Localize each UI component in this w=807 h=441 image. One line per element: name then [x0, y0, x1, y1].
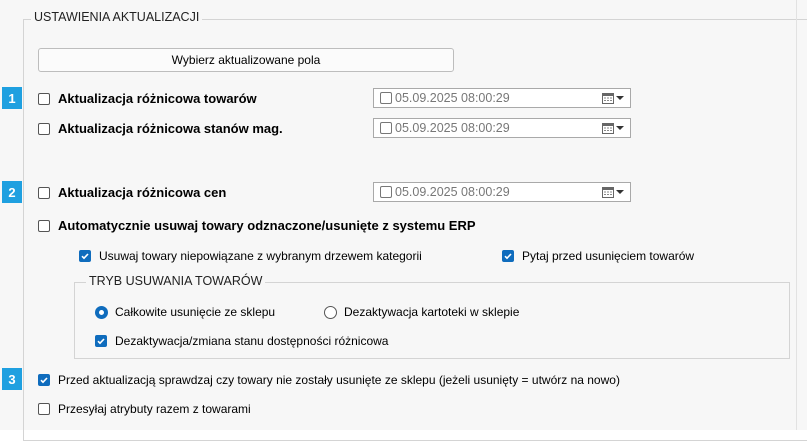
checkmark-icon [81, 253, 89, 260]
send-attributes-option[interactable]: Przesyłaj atrybuty razem z towarami [38, 402, 251, 416]
auto-remove-label: Automatycznie usuwaj towary odznaczone/u… [58, 218, 476, 233]
settings-panel: USTAWIENIA AKTUALIZACJI Wybierz aktualiz… [0, 0, 807, 441]
diff-prices-date-picker[interactable]: 05.09.2025 08:00:29 [373, 182, 631, 202]
diff-products-option[interactable]: Aktualizacja różnicowa towarów [38, 91, 257, 106]
checkmark-icon [40, 377, 48, 384]
diff-prices-checkbox[interactable] [38, 186, 50, 199]
select-fields-button[interactable]: Wybierz aktualizowane pola [38, 48, 454, 72]
diff-stock-option[interactable]: Aktualizacja różnicowa stanów mag. [38, 121, 283, 136]
auto-remove-checkbox[interactable] [38, 219, 50, 232]
chevron-down-icon [616, 126, 624, 130]
chevron-down-icon [616, 190, 624, 194]
ask-before-remove-option[interactable]: Pytaj przed usunięciem towarów [502, 249, 694, 263]
calendar-dropdown-button[interactable] [602, 186, 624, 198]
diff-deactivation-label: Dezaktywacja/zmiana stanu dostępności ró… [115, 334, 389, 348]
full-removal-radio[interactable] [95, 305, 108, 319]
diff-prices-option[interactable]: Aktualizacja różnicowa cen [38, 185, 226, 200]
full-removal-option[interactable]: Całkowite usunięcie ze sklepu [95, 305, 275, 319]
step-badge-2: 2 [2, 181, 22, 203]
checkmark-icon [97, 338, 105, 345]
calendar-dropdown-button[interactable] [602, 92, 624, 104]
diff-stock-date-checkbox[interactable] [380, 122, 392, 134]
panel-divider [796, 0, 797, 430]
diff-stock-date-value: 05.09.2025 08:00:29 [395, 121, 510, 135]
removal-mode-title: TRYB USUWANIA TOWARÓW [86, 274, 266, 288]
step-badge-1: 1 [2, 87, 22, 109]
send-attributes-label: Przesyłaj atrybuty razem z towarami [58, 402, 251, 416]
diff-products-date-checkbox[interactable] [380, 92, 392, 104]
remove-unrelated-checkbox[interactable] [79, 250, 91, 262]
diff-stock-label: Aktualizacja różnicowa stanów mag. [58, 121, 283, 136]
ask-before-remove-label: Pytaj przed usunięciem towarów [522, 249, 695, 263]
diff-prices-date-checkbox[interactable] [380, 186, 392, 198]
diff-prices-label: Aktualizacja różnicowa cen [58, 185, 227, 200]
check-removed-checkbox[interactable] [38, 374, 50, 386]
checkmark-icon [504, 253, 512, 260]
check-removed-option[interactable]: Przed aktualizacją sprawdzaj czy towary … [38, 373, 620, 387]
ask-before-remove-checkbox[interactable] [502, 250, 514, 262]
deactivate-option[interactable]: Dezaktywacja kartoteki w sklepie [324, 305, 519, 319]
check-removed-label: Przed aktualizacją sprawdzaj czy towary … [58, 373, 620, 387]
auto-remove-option[interactable]: Automatycznie usuwaj towary odznaczone/u… [38, 218, 476, 233]
diff-deactivation-option[interactable]: Dezaktywacja/zmiana stanu dostępności ró… [95, 334, 388, 348]
calendar-icon [602, 92, 614, 104]
remove-unrelated-option[interactable]: Usuwaj towary niepowiązane z wybranym dr… [79, 249, 422, 263]
calendar-icon [602, 122, 614, 134]
deactivate-radio[interactable] [324, 305, 337, 319]
update-settings-title: USTAWIENIA AKTUALIZACJI [31, 10, 203, 24]
deactivate-label: Dezaktywacja kartoteki w sklepie [344, 305, 520, 319]
calendar-icon [602, 186, 614, 198]
diff-products-date-value: 05.09.2025 08:00:29 [395, 91, 510, 105]
diff-products-label: Aktualizacja różnicowa towarów [58, 91, 257, 106]
full-removal-label: Całkowite usunięcie ze sklepu [115, 305, 276, 319]
diff-products-date-picker[interactable]: 05.09.2025 08:00:29 [373, 88, 631, 108]
diff-deactivation-checkbox[interactable] [95, 335, 107, 347]
diff-stock-date-picker[interactable]: 05.09.2025 08:00:29 [373, 118, 631, 138]
chevron-down-icon [616, 96, 624, 100]
diff-stock-checkbox[interactable] [38, 122, 50, 135]
calendar-dropdown-button[interactable] [602, 122, 624, 134]
send-attributes-checkbox[interactable] [38, 403, 50, 415]
remove-unrelated-label: Usuwaj towary niepowiązane z wybranym dr… [99, 249, 422, 263]
diff-products-checkbox[interactable] [38, 92, 50, 105]
step-badge-3: 3 [2, 368, 22, 390]
diff-prices-date-value: 05.09.2025 08:00:29 [395, 185, 510, 199]
